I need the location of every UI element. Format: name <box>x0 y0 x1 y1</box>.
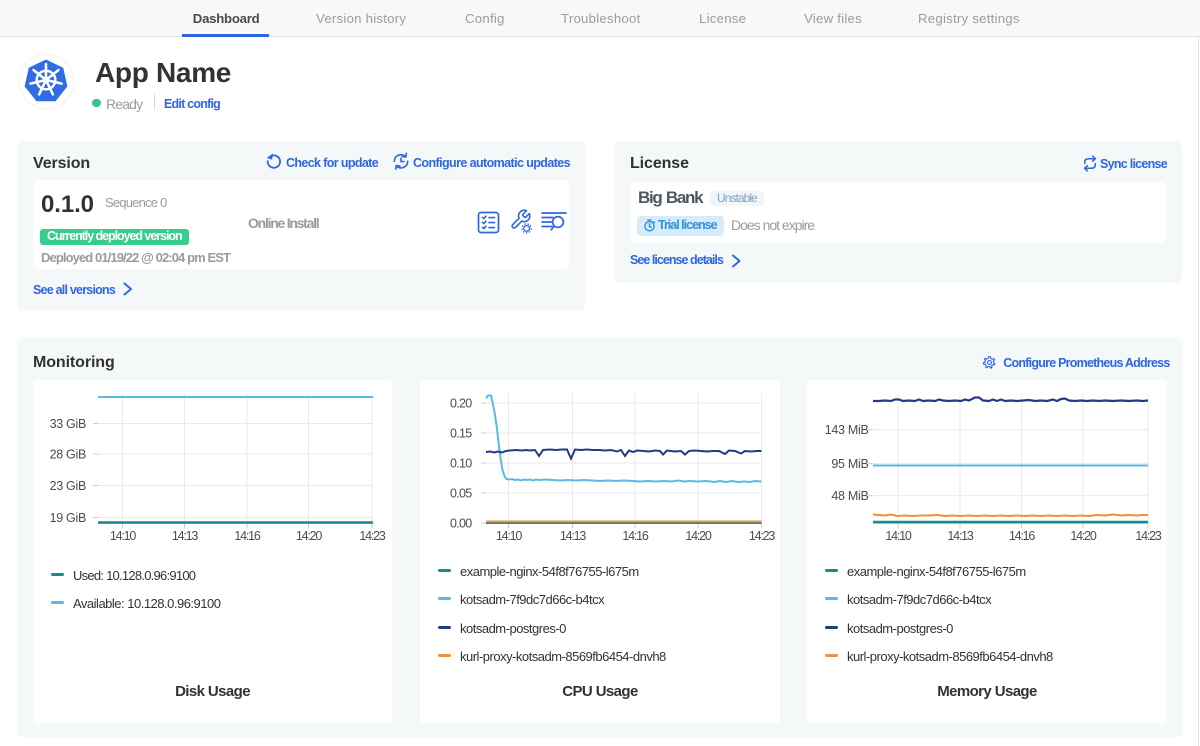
svg-text:14:10: 14:10 <box>885 529 912 543</box>
svg-text:95 MiB: 95 MiB <box>831 457 868 471</box>
svg-text:14:23: 14:23 <box>1135 529 1162 543</box>
svg-text:0.20: 0.20 <box>450 396 472 410</box>
svg-text:0.15: 0.15 <box>450 426 472 440</box>
svg-text:14:20: 14:20 <box>296 529 323 543</box>
svg-text:14:10: 14:10 <box>110 529 137 543</box>
svg-text:28 GiB: 28 GiB <box>50 447 86 461</box>
svg-text:0.10: 0.10 <box>450 456 472 470</box>
svg-text:14:13: 14:13 <box>947 529 974 543</box>
svg-text:33 GiB: 33 GiB <box>50 417 86 431</box>
svg-text:14:23: 14:23 <box>749 529 776 543</box>
svg-text:14:16: 14:16 <box>622 529 649 543</box>
svg-text:143 MiB: 143 MiB <box>825 423 869 437</box>
svg-text:14:16: 14:16 <box>1009 529 1036 543</box>
svg-text:14:20: 14:20 <box>1070 529 1097 543</box>
svg-text:14:13: 14:13 <box>560 529 587 543</box>
svg-text:48 MiB: 48 MiB <box>831 489 868 503</box>
svg-text:0.05: 0.05 <box>450 486 472 500</box>
svg-text:14:23: 14:23 <box>359 529 386 543</box>
svg-text:14:10: 14:10 <box>496 529 523 543</box>
svg-text:14:16: 14:16 <box>234 529 261 543</box>
svg-text:0.00: 0.00 <box>450 516 472 530</box>
svg-text:14:13: 14:13 <box>172 529 199 543</box>
svg-text:14:20: 14:20 <box>685 529 712 543</box>
svg-text:23 GiB: 23 GiB <box>50 479 86 493</box>
svg-text:19 GiB: 19 GiB <box>50 511 86 525</box>
